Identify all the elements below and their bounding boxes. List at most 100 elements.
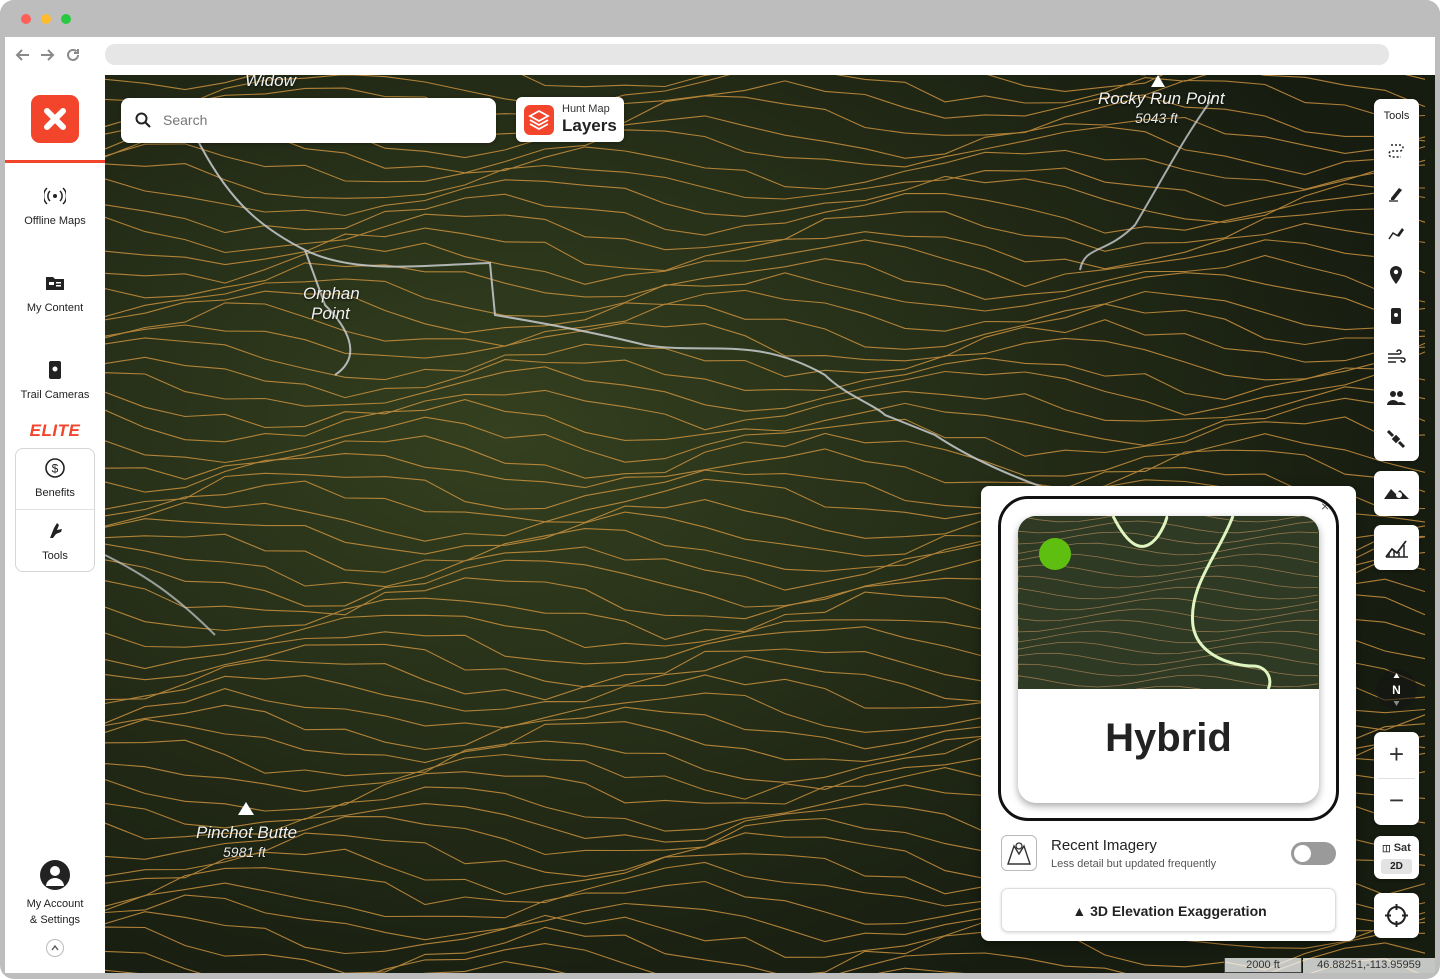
minimize-window-button[interactable] [41,14,51,24]
divider [16,509,94,510]
map-label-rocky-run-point: Rocky Run Point [1098,89,1225,108]
mountain-icon: ▲ [1072,903,1087,919]
group-people-icon[interactable] [1385,387,1407,409]
mode-2d-label[interactable]: 2D [1381,859,1412,874]
basemap-card-selected[interactable]: Hybrid [998,496,1339,821]
elevation-exaggeration-button[interactable]: ▲ 3D Elevation Exaggeration [1001,888,1336,932]
title-bar [0,0,1440,37]
map-label-pinchot-butte: Pinchot Butte [196,823,298,842]
browser-toolbar [5,37,1435,75]
sat-text: Sat [1393,842,1411,854]
locate-button[interactable] [1374,893,1419,938]
satellite-icon[interactable] [1385,428,1407,450]
recent-imagery-description: Less detail but updated frequently [1051,858,1217,870]
coordinates-readout: 46.88251,-113.95959 [1303,958,1435,973]
close-window-button[interactable] [21,14,31,24]
tools-toolbar: Tools [1374,99,1419,461]
recent-imagery-toggle[interactable] [1291,842,1336,865]
elite-label: ELITE [29,421,81,440]
sidebar-item-offline-maps[interactable]: Offline Maps [5,185,105,227]
elevation-label: ▲ 3D Elevation Exaggeration [1002,903,1337,919]
back-button[interactable] [13,45,33,65]
basemap-card-hybrid[interactable]: Hybrid [1018,516,1319,803]
basemap-panel: × Hybrid Recent Imagery Less detail but … [981,486,1356,941]
sidebar-item-label: Benefits [35,487,75,499]
sidebar-item-trail-cameras[interactable]: Trail Cameras [5,359,105,401]
tools-title: Tools [1383,110,1410,122]
sat-label: ◫ Sat [1374,842,1419,854]
search-input[interactable]: Search [163,112,207,128]
recent-imagery-title: Recent Imagery [1051,837,1157,854]
maximize-window-button[interactable] [61,14,71,24]
recent-imagery-icon [1001,835,1037,871]
sidebar-item-benefits[interactable]: $ Benefits [15,457,95,499]
sidebar-item-tools[interactable]: Tools [15,520,95,562]
toggle-knob [1294,845,1311,862]
chart-icon [1385,540,1408,558]
reload-button[interactable] [63,45,83,65]
close-x-logo-icon [44,108,66,130]
map-label-point: Point [311,304,350,323]
compass-icon: N [1392,673,1401,706]
layers-icon [524,105,554,135]
sidebar: Offline Maps My Content Trail Cameras EL… [5,75,105,973]
hybrid-preview-image [1018,516,1319,689]
svg-text:$: $ [52,462,59,476]
search-icon [135,112,151,128]
trail-camera-tool-icon[interactable] [1385,305,1407,327]
map-mode-icon: ◫ [1382,843,1391,853]
elite-section: $ Benefits Tools [15,448,95,572]
layers-title: Layers [562,116,617,135]
folder-icon [46,277,64,290]
arrow-left-icon [15,49,29,61]
url-bar[interactable] [105,44,1389,65]
offline-signal-icon [44,187,66,205]
divider [1378,778,1415,779]
trail-camera-icon [49,361,61,379]
svg-text:N: N [1392,683,1401,697]
elevation-label-text: 3D Elevation Exaggeration [1090,903,1267,919]
onx-logo-button[interactable] [31,95,79,143]
layers-subtitle: Hunt Map [562,103,610,115]
zoom-out-button[interactable]: − [1374,780,1419,820]
app-content: Offline Maps My Content Trail Cameras EL… [5,75,1435,973]
sidebar-item-label: Offline Maps [24,215,86,227]
zoom-in-button[interactable]: + [1374,734,1419,774]
scale-bar: 2000 ft [1224,958,1302,973]
zoom-controls: + − [1374,732,1419,825]
chevron-up-icon[interactable] [46,939,64,957]
waypoint-pin-icon[interactable] [1385,264,1407,286]
avatar-icon [40,860,70,890]
compass-button[interactable]: N [1376,669,1417,710]
map-elevation-pinchot-butte: 5981 ft [223,844,266,860]
area-draw-icon[interactable] [1385,223,1407,245]
hand-tool-icon [50,523,62,538]
browser-window: Offline Maps My Content Trail Cameras EL… [0,0,1440,979]
reload-icon [67,48,79,61]
account-settings-button[interactable]: My Account & Settings [5,860,105,928]
arrow-right-icon [41,49,55,61]
map-canvas[interactable]: Widow Rocky Run Point 5043 ft Orphan Poi… [105,75,1435,973]
logo-underline [5,160,105,163]
elevation-chart-button[interactable] [1374,525,1419,570]
account-label-line1: My Account [26,898,84,910]
map-elevation-rocky-run-point: 5043 ft [1135,110,1178,126]
sidebar-item-label: My Content [26,302,84,314]
terrain-icon [1384,489,1409,499]
sidebar-item-my-content[interactable]: My Content [5,272,105,314]
basemap-title: Hybrid [1105,716,1232,760]
map-label-widow: Widow [245,75,296,90]
crosshair-icon [1385,904,1408,927]
search-box[interactable]: Search [121,98,496,143]
wind-icon[interactable] [1385,346,1407,368]
map-label-orphan: Orphan [303,284,360,303]
map-mode-toggle[interactable]: ◫ Sat 2D [1374,836,1419,879]
terrain-3d-button[interactable] [1374,471,1419,516]
pencil-draw-icon[interactable] [1385,182,1407,204]
hunt-map-layers-button[interactable]: Hunt Map Layers [516,97,624,142]
forward-button[interactable] [37,45,57,65]
sidebar-item-label: Trail Cameras [20,389,90,401]
account-label-line2: & Settings [29,914,81,926]
dollar-circle-icon: $ [45,458,65,478]
route-dotted-icon[interactable] [1385,141,1407,163]
